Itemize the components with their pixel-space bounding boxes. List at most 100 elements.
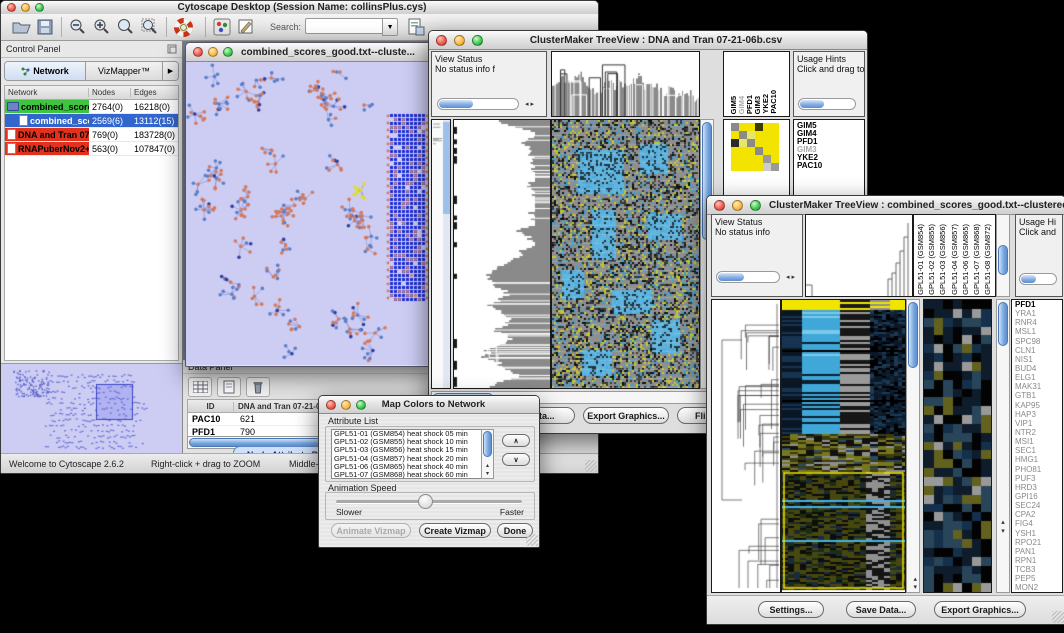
tv2-gene-label[interactable]: MSI1 <box>1015 437 1062 446</box>
select-attributes-icon[interactable] <box>188 377 212 397</box>
tv2-gene-label[interactable]: RPN1 <box>1015 556 1062 565</box>
search-dropdown-arrow[interactable]: ▼ <box>382 18 398 36</box>
minimize-button[interactable] <box>21 3 30 12</box>
tv2-gene-label[interactable]: NTR2 <box>1015 428 1062 437</box>
tab-vizmapper[interactable]: VizMapper™ <box>86 62 163 80</box>
zoom-in-icon[interactable] <box>90 16 114 38</box>
tv1-column-dendrogram[interactable] <box>551 51 700 117</box>
tv2-settings-button[interactable]: Settings... <box>758 601 824 618</box>
tv1-matrix-cell[interactable] <box>763 147 771 155</box>
network-tree-row[interactable]: combined_scores2764(0)16218(0) <box>5 100 178 114</box>
treeview2-titlebar[interactable]: ClusterMaker TreeView : combined_scores_… <box>707 196 1064 215</box>
tv1-matrix-cell[interactable] <box>771 139 779 147</box>
tv1-matrix-cell[interactable] <box>755 139 763 147</box>
main-resize-grip[interactable] <box>585 460 597 472</box>
zoom-fit-icon[interactable] <box>114 16 138 38</box>
close-button[interactable] <box>436 35 447 46</box>
tv2-gene-label[interactable]: PAN1 <box>1015 547 1062 556</box>
tv2-status-scrollbar[interactable]: ◂▸ <box>716 271 780 283</box>
treeview1-titlebar[interactable]: ClusterMaker TreeView : DNA and Tran 07-… <box>429 31 867 50</box>
tv1-heatmap[interactable] <box>551 119 700 389</box>
tv2-resize-grip[interactable] <box>1052 611 1064 623</box>
tv2-usage-scrollbar[interactable] <box>1019 273 1057 285</box>
minimize-button[interactable] <box>341 400 351 410</box>
tv1-matrix-cell[interactable] <box>739 123 747 131</box>
zoom-button[interactable] <box>356 400 366 410</box>
tv1-matrix-cell[interactable] <box>747 163 755 171</box>
birdseye-overview-canvas[interactable] <box>1 364 182 454</box>
tv1-matrix-cell[interactable] <box>763 163 771 171</box>
tv2-gene-label[interactable]: ELG1 <box>1015 373 1062 382</box>
tv2-gene-label[interactable]: SEC24 <box>1015 501 1062 510</box>
tv2-gene-label[interactable]: TCB3 <box>1015 565 1062 574</box>
tv2-row-dendrogram[interactable] <box>711 299 781 593</box>
network-tree-row[interactable]: RNAPuberNov2+563(0)107847(0) <box>5 142 178 156</box>
attribute-report-icon[interactable] <box>404 16 428 38</box>
tv2-gene-label[interactable]: HMG1 <box>1015 455 1062 464</box>
zoom-button[interactable] <box>223 47 233 57</box>
tv1-status-scrollbar[interactable]: ◂▸ <box>437 98 519 110</box>
zoom-button[interactable] <box>472 35 483 46</box>
tv1-matrix-cell[interactable] <box>731 155 739 163</box>
tv2-gene-label[interactable]: MON2 <box>1015 583 1062 592</box>
attribute-list-vscrollbar[interactable]: ▴▾ <box>481 429 494 479</box>
float-panel-icon[interactable] <box>167 44 177 54</box>
tv1-matrix-cell[interactable] <box>771 155 779 163</box>
tv2-gene-label[interactable]: MSL1 <box>1015 327 1062 336</box>
tv1-matrix-cell[interactable] <box>739 155 747 163</box>
tv2-gene-label[interactable]: BUD4 <box>1015 364 1062 373</box>
minimize-button[interactable] <box>732 200 743 211</box>
tv1-matrix-cell[interactable] <box>755 123 763 131</box>
tv1-matrix-cell[interactable] <box>739 147 747 155</box>
tv2-heatmap-vscrollbar[interactable]: ▴▾ <box>906 299 920 593</box>
zoom-selected-icon[interactable] <box>138 16 162 38</box>
close-button[interactable] <box>714 200 725 211</box>
tab-network[interactable]: Network <box>5 62 86 80</box>
tab-overflow-arrow[interactable]: ▶ <box>163 62 178 80</box>
zoom-out-icon[interactable] <box>66 16 90 38</box>
delete-attribute-trash-icon[interactable] <box>246 377 270 397</box>
tv2-gene-label[interactable]: CPA2 <box>1015 510 1062 519</box>
tv1-matrix-cell[interactable] <box>755 147 763 155</box>
tv1-matrix-cell[interactable] <box>763 123 771 131</box>
tv2-gene-label[interactable]: GTB1 <box>1015 391 1062 400</box>
new-attribute-icon[interactable] <box>217 377 241 397</box>
tv2-gene-label[interactable]: PFD1 <box>1015 300 1062 309</box>
tv2-heatmap[interactable] <box>781 299 906 593</box>
tv2-gene-label[interactable]: GPI16 <box>1015 492 1062 501</box>
tv2-zoom-heatmap[interactable] <box>923 299 992 593</box>
tv1-matrix-cell[interactable] <box>731 123 739 131</box>
open-folder-icon[interactable] <box>9 16 33 38</box>
tv1-matrix-cell[interactable] <box>747 147 755 155</box>
network-tree-row[interactable]: DNA and Tran 07769(0)183728(0) <box>5 128 178 142</box>
tv1-usage-scrollbar[interactable] <box>798 98 856 110</box>
main-titlebar[interactable]: Cytoscape Desktop (Session Name: collins… <box>1 1 598 15</box>
tv2-gene-label[interactable]: SPC98 <box>1015 337 1062 346</box>
tv2-gene-label[interactable]: CLN1 <box>1015 346 1062 355</box>
attribute-list-item[interactable]: GPL51-07 (GSM868) heat shock 60 min <box>332 471 482 479</box>
tv1-matrix-cell[interactable] <box>731 147 739 155</box>
tv1-matrix-cell[interactable] <box>747 155 755 163</box>
close-button[interactable] <box>7 3 16 12</box>
zoom-button[interactable] <box>750 200 761 211</box>
network-tree-row[interactable]: combined_sco2569(6)13112(15) <box>5 114 178 128</box>
tv2-column-dendrogram[interactable] <box>805 214 913 297</box>
save-icon[interactable] <box>33 16 57 38</box>
search-input[interactable] <box>305 18 382 34</box>
tv2-gene-label[interactable]: MAK31 <box>1015 382 1062 391</box>
help-lifesaver-icon[interactable] <box>171 16 195 38</box>
minimize-button[interactable] <box>208 47 218 57</box>
col-header-edges[interactable]: Edges <box>131 88 178 97</box>
tv2-gene-label[interactable]: PEP5 <box>1015 574 1062 583</box>
dialog-titlebar[interactable]: Map Colors to Network <box>319 396 539 414</box>
animate-vizmap-button[interactable]: Animate Vizmap <box>331 523 411 538</box>
attribute-list[interactable]: GPL51-01 (GSM854) heat shock 05 minGPL51… <box>331 429 483 479</box>
zoom-button[interactable] <box>35 3 44 12</box>
tv1-matrix-cell[interactable] <box>731 139 739 147</box>
tv1-matrix-cell[interactable] <box>755 163 763 171</box>
tv2-genelist-vscrollbar[interactable]: ▴▾ <box>996 299 1010 593</box>
move-attribute-down-button[interactable]: ∨ <box>502 453 530 466</box>
close-button[interactable] <box>326 400 336 410</box>
tv2-gene-label[interactable]: YRA1 <box>1015 309 1062 318</box>
tv1-global-strip[interactable] <box>431 119 451 389</box>
